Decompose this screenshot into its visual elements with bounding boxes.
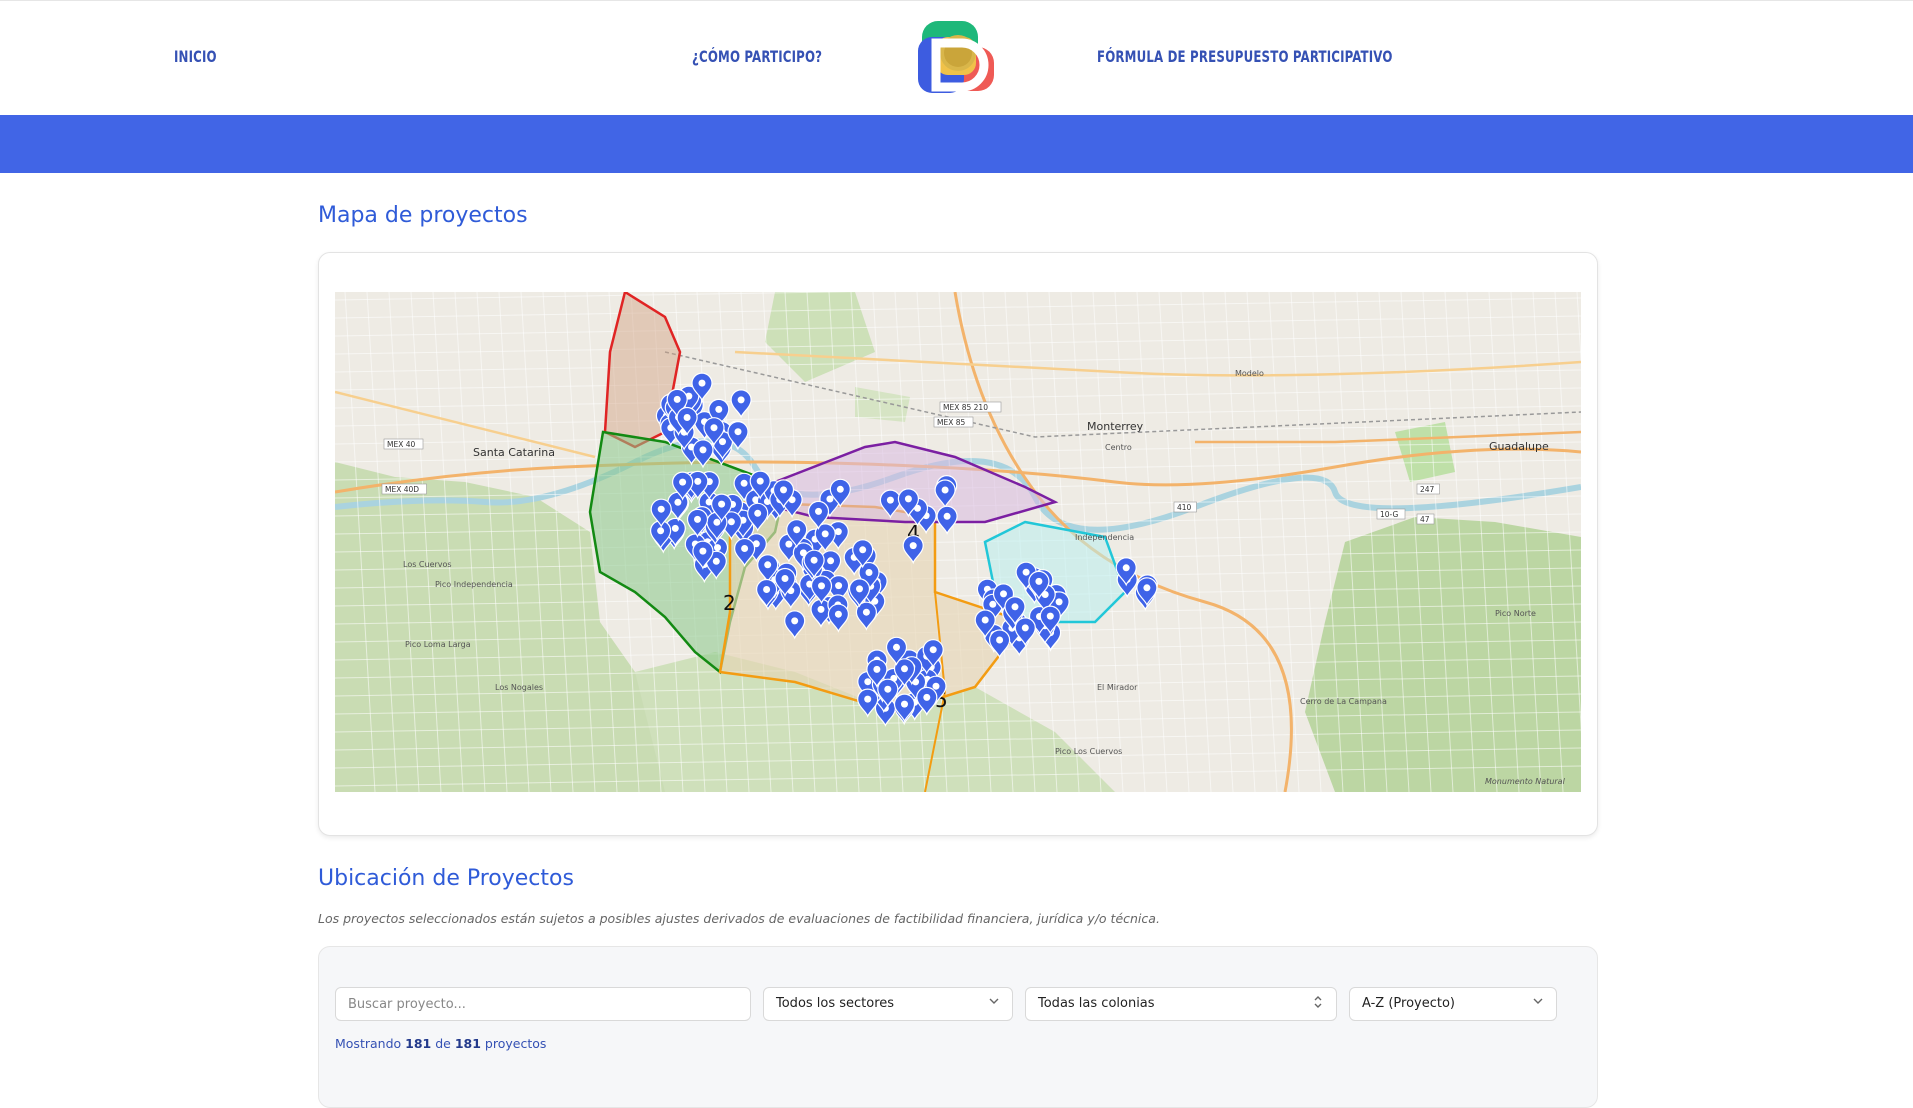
- search-field[interactable]: [335, 987, 751, 1021]
- place-label: Pico Los Cuervos: [1055, 747, 1122, 756]
- svg-text:MEX 40D: MEX 40D: [385, 485, 419, 494]
- sector-select[interactable]: Todos los sectores: [763, 987, 1013, 1021]
- svg-text:MEX 40: MEX 40: [387, 440, 416, 449]
- svg-text:10-G: 10-G: [1380, 510, 1399, 519]
- chevron-down-icon: [988, 995, 1000, 1010]
- locations-section-title: Ubicación de Proyectos: [318, 866, 574, 891]
- results-shown: 181: [405, 1036, 432, 1051]
- sort-select-value: A-Z (Proyecto): [1362, 996, 1455, 1011]
- road-shield: 47: [1416, 513, 1435, 525]
- site-logo[interactable]: [918, 15, 998, 95]
- road-shield: 10-G: [1376, 508, 1406, 520]
- place-label: Monumento Natural: [1485, 777, 1566, 786]
- place-label: Los Nogales: [495, 683, 543, 692]
- place-label: Monterrey: [1087, 420, 1144, 433]
- search-input[interactable]: [336, 988, 750, 1020]
- nav-inicio[interactable]: INICIO: [174, 47, 217, 66]
- place-label: Modelo: [1235, 369, 1264, 378]
- road-shield: MEX 40: [383, 438, 424, 450]
- sector-select-value: Todos los sectores: [776, 996, 895, 1011]
- colonia-select-value: Todas las colonias: [1038, 996, 1155, 1011]
- results-total: 181: [454, 1036, 481, 1051]
- chevron-down-icon: [1532, 995, 1544, 1010]
- top-navigation: INICIO ¿CÓMO PARTICIPO? FÓRMULA DE PRESU…: [0, 0, 1913, 115]
- svg-text:247: 247: [1420, 485, 1435, 494]
- svg-text:MEX 85 210: MEX 85 210: [943, 403, 988, 412]
- results-suffix: proyectos: [484, 1036, 547, 1051]
- road-shield: 410: [1173, 501, 1197, 513]
- svg-text:47: 47: [1420, 515, 1430, 524]
- filter-panel: Todos los sectores Todas las colonias A-…: [318, 946, 1598, 1108]
- mountain-east: [1305, 517, 1581, 792]
- map-section-title: Mapa de proyectos: [318, 203, 528, 228]
- sort-select[interactable]: A-Z (Proyecto): [1349, 987, 1557, 1021]
- nav-formula-presupuesto[interactable]: FÓRMULA DE PRESUPUESTO PARTICIPATIVO: [1097, 47, 1393, 66]
- place-label: Santa Catarina: [473, 446, 555, 459]
- hero-band: [0, 115, 1913, 173]
- road-shield: MEX 85: [933, 416, 974, 428]
- project-map[interactable]: 12345 MonterreySanta CatarinaGuadalupeCe…: [335, 292, 1581, 792]
- results-prefix: Mostrando: [335, 1036, 402, 1051]
- colonia-select[interactable]: Todas las colonias: [1025, 987, 1337, 1021]
- results-middle: de: [435, 1036, 451, 1051]
- place-label: Guadalupe: [1489, 440, 1549, 453]
- disclaimer-text: Los proyectos seleccionados están sujeto…: [318, 911, 1160, 926]
- svg-text:MEX 85: MEX 85: [937, 418, 966, 427]
- place-label: Independencia: [1075, 533, 1134, 542]
- place-label: El Mirador: [1097, 683, 1138, 692]
- road-shield: 247: [1416, 483, 1440, 495]
- map-canvas[interactable]: 12345 MonterreySanta CatarinaGuadalupeCe…: [335, 292, 1581, 792]
- place-label: Pico Norte: [1495, 609, 1536, 618]
- place-label: Pico Independencia: [435, 580, 513, 589]
- place-label: Centro: [1105, 443, 1132, 452]
- road-shield: MEX 85 210: [939, 401, 1002, 413]
- zone-label-2: 2: [723, 591, 736, 615]
- results-count: Mostrando 181 de 181 proyectos: [335, 1036, 546, 1051]
- place-label: Cerro de La Campana: [1300, 697, 1387, 706]
- place-label: Pico Loma Larga: [405, 640, 471, 649]
- nav-como-participo[interactable]: ¿CÓMO PARTICIPO?: [692, 47, 822, 66]
- place-label: Los Cuervos: [403, 560, 452, 569]
- svg-text:410: 410: [1177, 503, 1192, 512]
- chevron-updown-icon: [1312, 995, 1324, 1012]
- road-shield: MEX 40D: [381, 483, 427, 495]
